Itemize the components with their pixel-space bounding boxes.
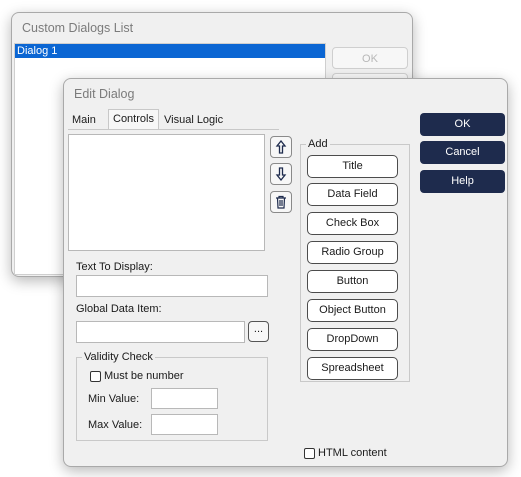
list-item[interactable]: Dialog 1 [15, 44, 325, 58]
help-button[interactable]: Help [420, 170, 505, 193]
delete-button[interactable] [270, 191, 292, 213]
max-value-input[interactable] [151, 414, 218, 435]
add-title-button[interactable]: Title [307, 155, 398, 178]
min-value-label: Min Value: [88, 393, 140, 405]
move-down-button[interactable] [270, 163, 292, 185]
controls-list[interactable] [68, 134, 265, 251]
must-be-number-label: Must be number [104, 370, 184, 382]
tab-divider [68, 129, 279, 130]
html-content-label: HTML content [318, 447, 387, 459]
add-group-title: Add [306, 138, 330, 150]
window-title: Custom Dialogs List [22, 21, 134, 35]
must-be-number-checkbox[interactable] [90, 371, 101, 382]
add-check-box-button[interactable]: Check Box [307, 212, 398, 235]
min-value-input[interactable] [151, 388, 218, 409]
validity-check-title: Validity Check [82, 351, 155, 363]
ok-button[interactable]: OK [420, 113, 505, 136]
browse-button[interactable]: ... [248, 321, 269, 342]
title-bar[interactable]: Custom Dialogs List [12, 13, 412, 41]
move-up-button[interactable] [270, 136, 292, 158]
ok-button-disabled: OK [332, 47, 408, 69]
window-title: Edit Dialog [74, 87, 135, 101]
edit-dialog-window: Edit Dialog Main Controls Visual Logic T… [63, 78, 508, 467]
arrow-down-icon [275, 167, 287, 181]
trash-icon [276, 195, 286, 209]
add-dropdown-button[interactable]: DropDown [307, 328, 398, 351]
add-button-button[interactable]: Button [307, 270, 398, 293]
arrow-up-icon [275, 140, 287, 154]
max-value-label: Max Value: [88, 419, 143, 431]
html-content-checkbox[interactable] [304, 448, 315, 459]
add-object-button-button[interactable]: Object Button [307, 299, 398, 322]
add-data-field-button[interactable]: Data Field [307, 183, 398, 206]
tab-visual-logic[interactable]: Visual Logic [160, 111, 227, 129]
add-spreadsheet-button[interactable]: Spreadsheet [307, 357, 398, 380]
tab-controls[interactable]: Controls [108, 109, 159, 130]
title-bar[interactable]: Edit Dialog [64, 79, 507, 107]
global-data-item-input[interactable] [76, 321, 245, 343]
text-to-display-label: Text To Display: [76, 261, 153, 273]
tab-main[interactable]: Main [68, 111, 100, 129]
cancel-button[interactable]: Cancel [420, 141, 505, 164]
add-radio-group-button[interactable]: Radio Group [307, 241, 398, 264]
global-data-item-label: Global Data Item: [76, 303, 162, 315]
text-to-display-input[interactable] [76, 275, 268, 297]
